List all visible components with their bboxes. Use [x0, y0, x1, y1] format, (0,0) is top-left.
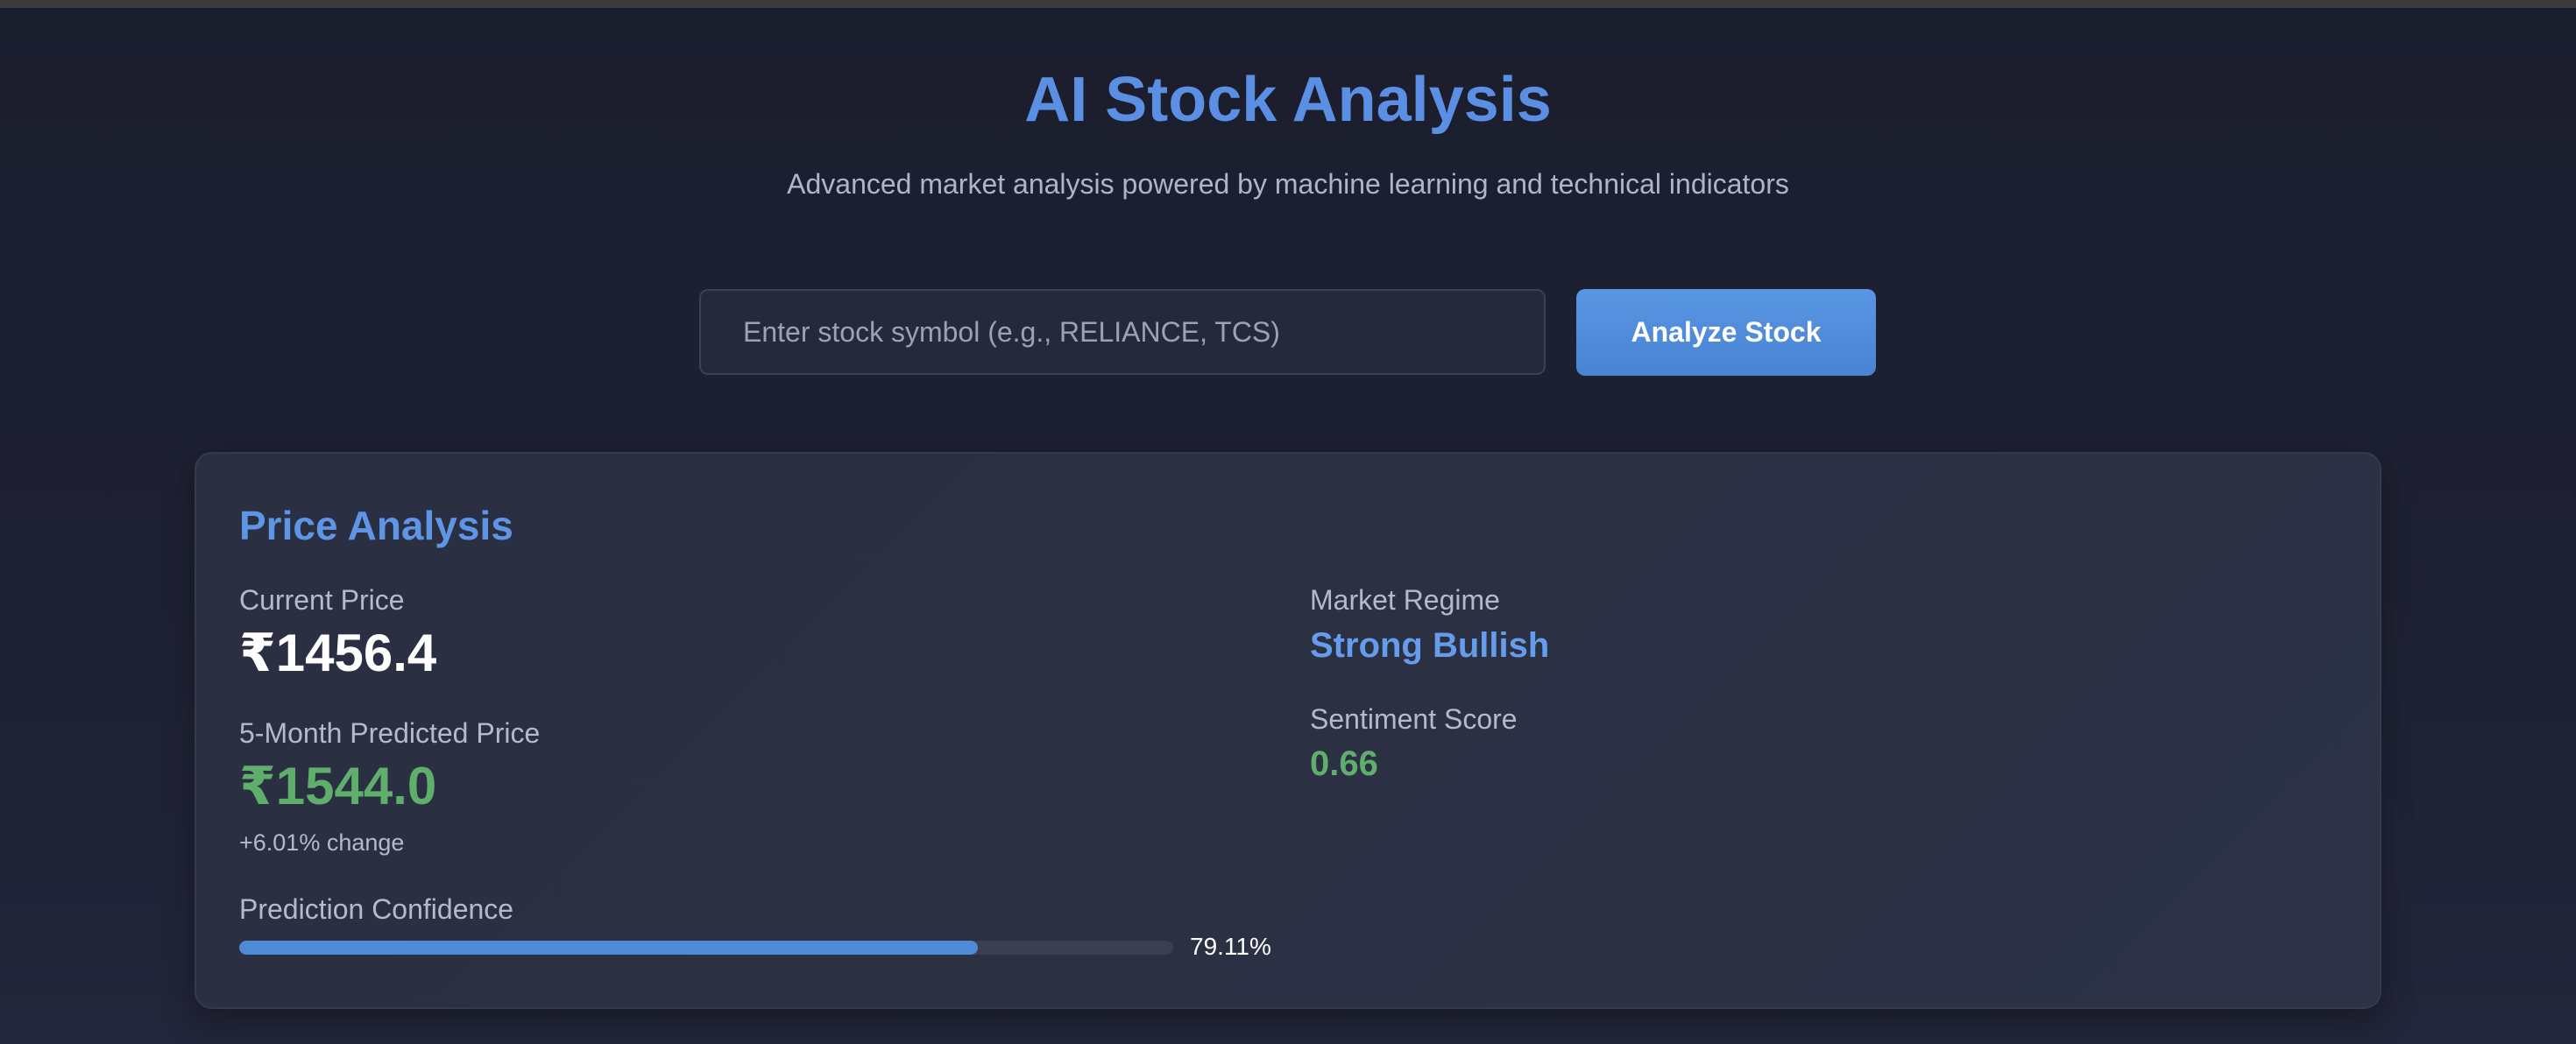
confidence-progress-fill	[239, 941, 979, 955]
analyze-stock-button[interactable]: Analyze Stock	[1576, 289, 1876, 376]
stock-symbol-input[interactable]	[699, 289, 1546, 375]
predicted-price-label: 5-Month Predicted Price	[239, 717, 541, 749]
current-price-value: ₹1456.4	[239, 624, 437, 682]
sentiment-score-label: Sentiment Score	[1310, 703, 1518, 735]
card-title: Price Analysis	[239, 503, 513, 548]
price-analysis-card: Price Analysis Current Price ₹1456.4 5-M…	[195, 452, 2381, 1009]
predicted-price-value: ₹1544.0	[239, 757, 437, 815]
current-price-label: Current Price	[239, 584, 405, 616]
page-title: AI Stock Analysis	[1024, 65, 1552, 135]
confidence-progress-bar	[239, 941, 1173, 955]
market-regime-value: Strong Bullish	[1310, 626, 1550, 665]
page-subtitle: Advanced market analysis powered by mach…	[787, 168, 1789, 200]
confidence-percent-text: 79.11%	[1190, 933, 1271, 960]
market-regime-label: Market Regime	[1310, 584, 1500, 616]
sentiment-score-value: 0.66	[1310, 744, 1378, 783]
window-top-strip	[0, 0, 2576, 8]
predicted-change-text: +6.01% change	[239, 829, 405, 856]
prediction-confidence-label: Prediction Confidence	[239, 893, 514, 925]
